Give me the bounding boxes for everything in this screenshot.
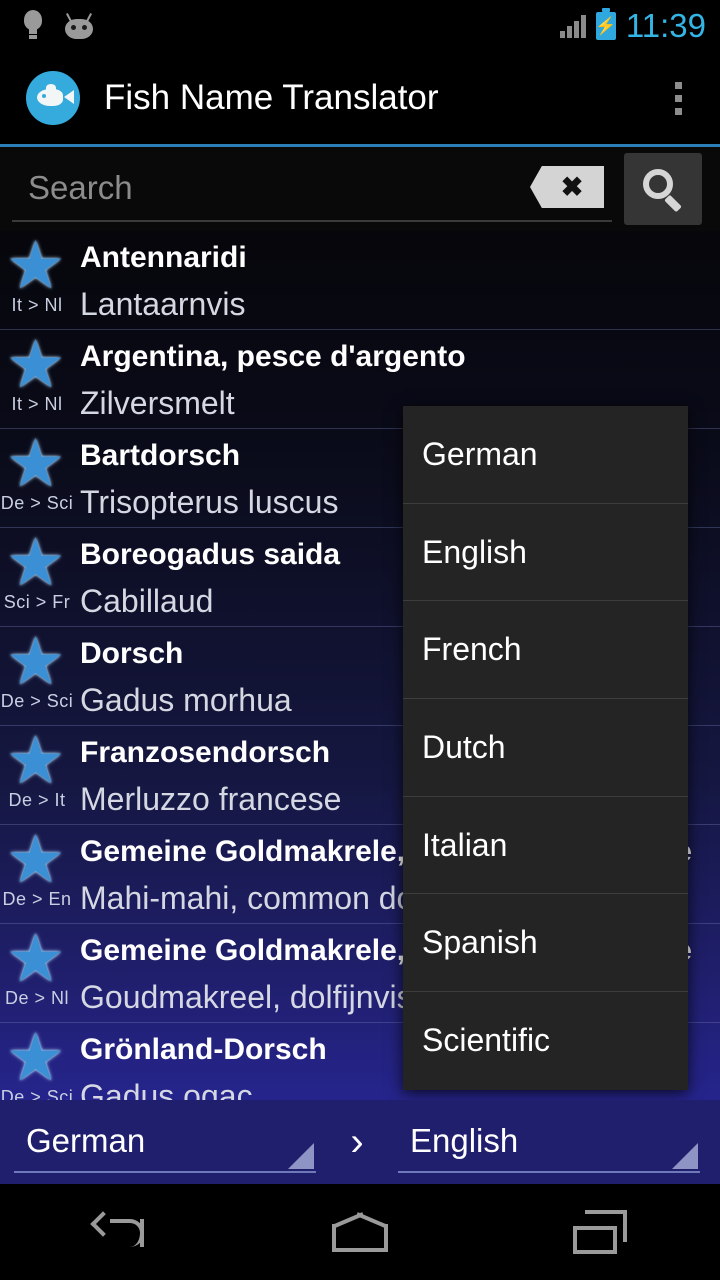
status-bar: ⚡ 11:39: [0, 0, 720, 52]
star-icon[interactable]: ★: [6, 826, 65, 892]
source-language-label: German: [26, 1122, 146, 1159]
home-icon: [332, 1212, 388, 1252]
action-bar: Fish Name Translator: [0, 52, 720, 144]
star-icon[interactable]: ★: [6, 529, 65, 595]
battery-charging-icon: ⚡: [595, 8, 616, 40]
signal-icon: [559, 14, 586, 38]
star-icon[interactable]: ★: [6, 925, 65, 991]
back-button[interactable]: [45, 1184, 195, 1280]
app-screen: ⚡ 11:39 Fish Name Translator Search ✖ ★ I…: [0, 0, 720, 1280]
list-item-term: Antennaridi: [80, 241, 247, 274]
recents-button[interactable]: [525, 1184, 675, 1280]
android-navigation-bar: [0, 1184, 720, 1280]
search-icon: [643, 169, 683, 213]
favorite-star-cell[interactable]: ★ De > Nl: [0, 925, 74, 1022]
star-icon[interactable]: ★: [6, 727, 65, 793]
search-button[interactable]: [624, 153, 702, 225]
favorite-star-cell[interactable]: ★ De > Sci: [0, 628, 74, 725]
favorite-star-cell[interactable]: ★ De > It: [0, 727, 74, 824]
language-pair-label: It > Nl: [11, 394, 63, 414]
star-icon[interactable]: ★: [6, 628, 65, 694]
list-item[interactable]: ★ It > Nl Antennaridi Lantaarnvis: [0, 231, 720, 330]
recents-icon: [573, 1210, 627, 1254]
favorite-star-cell[interactable]: ★ It > Nl: [0, 331, 74, 428]
star-icon[interactable]: ★: [6, 1024, 65, 1090]
dropdown-option[interactable]: Dutch: [403, 699, 688, 797]
status-bar-left-icons: [0, 10, 96, 42]
dropdown-option[interactable]: Scientific: [403, 992, 688, 1090]
direction-arrow-icon: ›: [350, 1119, 364, 1164]
dropdown-option[interactable]: English: [403, 504, 688, 602]
language-pair-label: Sci > Fr: [3, 592, 71, 612]
favorite-star-cell[interactable]: ★ It > Nl: [0, 232, 74, 329]
star-icon[interactable]: ★: [6, 232, 65, 298]
language-pair-label: It > Nl: [11, 295, 63, 315]
search-bar: Search ✖: [0, 147, 720, 231]
language-pair-label: De > It: [8, 790, 66, 810]
list-item-texts: Antennaridi Lantaarnvis: [74, 237, 720, 329]
star-icon[interactable]: ★: [6, 331, 65, 397]
search-input[interactable]: Search ✖: [12, 156, 612, 222]
dropdown-option[interactable]: Italian: [403, 797, 688, 895]
spinner-triangle-icon: [672, 1143, 698, 1169]
clear-backspace-icon[interactable]: ✖: [530, 166, 604, 208]
list-item-term: Argentina, pesce d'argento: [80, 340, 466, 373]
bulb-icon: [22, 10, 44, 42]
spinner-triangle-icon: [288, 1143, 314, 1169]
fish-icon: [26, 71, 80, 125]
language-dropdown-menu[interactable]: German English French Dutch Italian Spanish Sc…: [403, 406, 688, 1090]
source-language-spinner[interactable]: German: [14, 1111, 316, 1173]
dropdown-option[interactable]: French: [403, 601, 688, 700]
favorite-star-cell[interactable]: ★ De > En: [0, 826, 74, 923]
dropdown-option[interactable]: German: [403, 406, 688, 504]
android-head-icon: [62, 13, 96, 39]
language-pair-label: De > En: [2, 889, 72, 909]
language-selector-bar: German › English: [0, 1100, 720, 1184]
home-button[interactable]: [285, 1184, 435, 1280]
status-clock: 11:39: [625, 7, 706, 44]
page-title: Fish Name Translator: [104, 78, 439, 117]
status-bar-right-icons: ⚡ 11:39: [559, 7, 720, 45]
overflow-menu-icon[interactable]: [667, 74, 690, 123]
list-item-translation: Lantaarnvis: [80, 286, 246, 322]
target-language-label: English: [410, 1122, 519, 1159]
target-language-spinner[interactable]: English: [398, 1111, 700, 1173]
language-pair-label: De > Sci: [0, 691, 74, 711]
language-pair-label: De > Nl: [4, 988, 70, 1008]
favorite-star-cell[interactable]: ★ Sci > Fr: [0, 529, 74, 626]
back-icon: [90, 1211, 146, 1253]
star-icon[interactable]: ★: [6, 430, 65, 496]
dropdown-option[interactable]: Spanish: [403, 894, 688, 993]
language-pair-label: De > Sci: [0, 493, 74, 513]
search-placeholder: Search: [28, 169, 133, 206]
favorite-star-cell[interactable]: ★ De > Sci: [0, 430, 74, 527]
